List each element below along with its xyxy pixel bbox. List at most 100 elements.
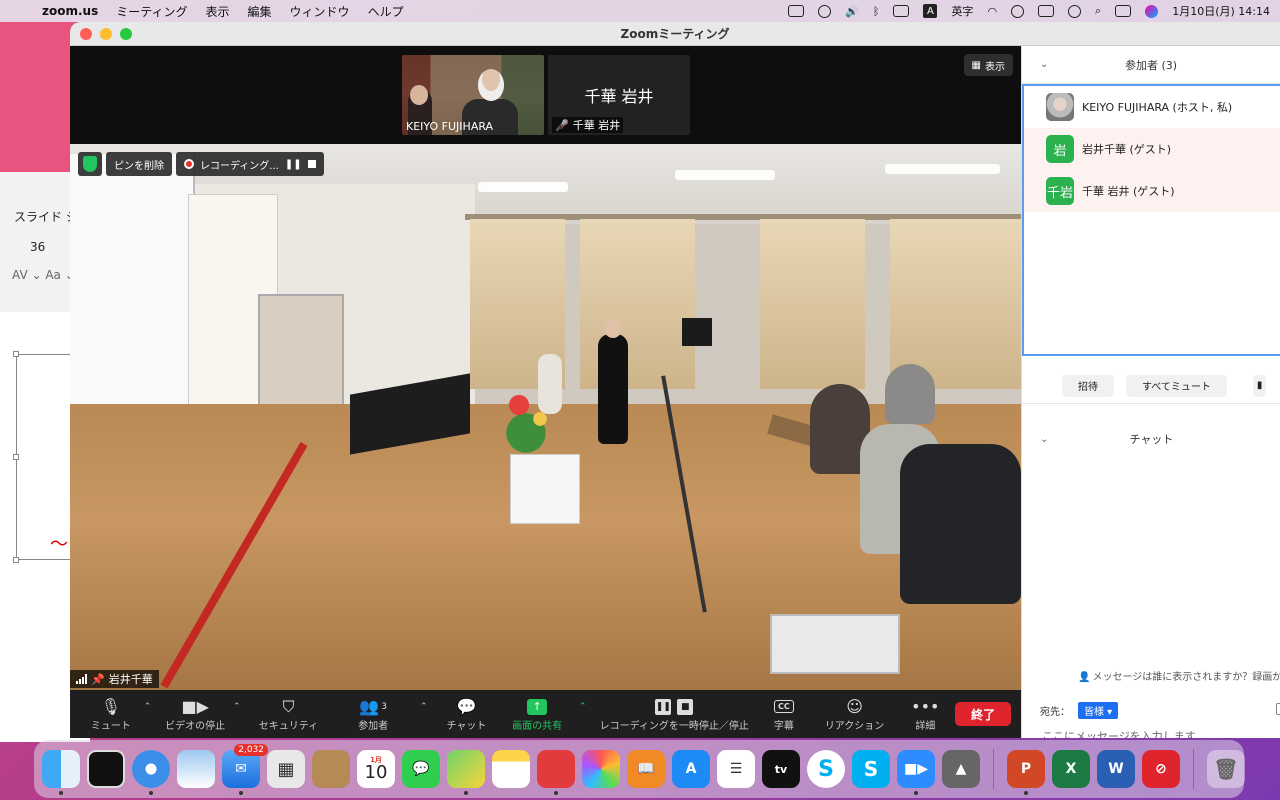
video-options-caret[interactable]: ⌃: [233, 702, 241, 712]
participants-options-caret[interactable]: ⌃: [420, 702, 428, 712]
end-meeting-button[interactable]: 終了: [955, 702, 1011, 726]
stop-recording-icon[interactable]: [307, 160, 316, 168]
bluetooth-icon[interactable]: ᛒ: [873, 5, 880, 18]
volume-icon[interactable]: 🔊: [845, 5, 859, 18]
input-mode-label[interactable]: 英字: [951, 3, 973, 19]
chevron-down-icon[interactable]: ⌄: [1040, 59, 1048, 70]
skype-icon[interactable]: S: [807, 750, 845, 788]
trash-icon[interactable]: 🗑: [1207, 750, 1245, 788]
recording-controls[interactable]: ❚❚ ■ レコーディングを一時停止／停止: [595, 692, 754, 736]
text-format-controls[interactable]: AV ⌄ Aa ⌄: [12, 268, 75, 282]
mute-all-button[interactable]: すべてミュート: [1126, 374, 1227, 397]
chat-message-input[interactable]: ここにメッセージを入力します...: [1042, 728, 1206, 738]
finder-icon[interactable]: [42, 750, 80, 795]
main-speaker-video[interactable]: 📌 岩井千華: [70, 144, 1021, 690]
microphone-icon: 🎙: [100, 697, 122, 716]
user-icon[interactable]: [1011, 4, 1025, 18]
zoom-status-icon[interactable]: [788, 5, 805, 17]
zoom-icon[interactable]: ■▶: [897, 750, 935, 795]
more-label: 詳細: [915, 720, 936, 732]
skype-business-icon[interactable]: S: [852, 750, 890, 788]
screen-record-icon[interactable]: [818, 4, 832, 18]
resize-handle[interactable]: [13, 454, 19, 460]
spotlight-icon[interactable]: ⌕: [1095, 4, 1101, 18]
utility-app-icon[interactable]: ▲: [942, 750, 980, 788]
menu-edit[interactable]: 編集: [248, 3, 272, 20]
siri-icon[interactable]: [1145, 4, 1159, 18]
font-size-field[interactable]: 36: [30, 240, 45, 254]
chevron-down-icon[interactable]: ⌄: [1040, 434, 1048, 445]
resize-handle[interactable]: [13, 351, 19, 357]
menu-meeting[interactable]: ミーティング: [116, 3, 187, 20]
encryption-badge[interactable]: [78, 152, 102, 176]
recording-indicator[interactable]: レコーディング... ❚❚: [176, 152, 324, 176]
participant-row[interactable]: 岩 岩井千華 (ゲスト): [1024, 128, 1280, 170]
participant-thumbnail[interactable]: KEIYO FUJIHARA: [402, 55, 544, 135]
battery-icon[interactable]: [893, 5, 910, 17]
chat-button[interactable]: 💬 チャット: [436, 692, 498, 736]
participants-label: 参加者: [358, 720, 389, 732]
view-button[interactable]: ▦ 表示: [963, 54, 1013, 76]
messages-icon[interactable]: 💬: [402, 750, 440, 788]
stop-icon[interactable]: ■: [677, 698, 694, 715]
more-button[interactable]: ••• 詳細: [895, 692, 955, 736]
app-name-menu[interactable]: zoom.us: [42, 4, 98, 18]
contacts-icon[interactable]: [312, 750, 350, 788]
reactions-button[interactable]: ☺ リアクション: [814, 692, 896, 736]
launchpad-icon[interactable]: ▦: [267, 750, 305, 788]
input-source-icon[interactable]: A: [923, 4, 938, 18]
participant-thumbnail[interactable]: 千華 岩井 🎤̸ 千華 岩井: [548, 55, 690, 135]
share-screen-button[interactable]: ↑ 画面の共有: [497, 692, 577, 736]
preview-icon[interactable]: [177, 750, 215, 788]
audio-options-caret[interactable]: ⌃: [144, 702, 152, 712]
chat-visibility-notice[interactable]: 👤 メッセージは誰に表示されますか？録画が: [1078, 668, 1280, 683]
apple-tv-icon[interactable]: tv: [762, 750, 800, 788]
reminders-icon[interactable]: ☰: [717, 750, 755, 788]
menu-view[interactable]: 表示: [206, 3, 230, 20]
participant-row[interactable]: 千岩 千華 岩井 (ゲスト): [1024, 170, 1280, 212]
more-options-button[interactable]: ▮: [1252, 374, 1267, 397]
captions-button[interactable]: CC 字幕: [754, 692, 814, 736]
apple-tv-label: tv: [774, 762, 788, 776]
pause-recording-icon[interactable]: ❚❚: [285, 159, 302, 170]
notes-icon[interactable]: [492, 750, 530, 788]
mute-button[interactable]: 🎙 ミュート: [80, 692, 142, 736]
menu-help[interactable]: ヘルプ: [368, 3, 404, 20]
maps-icon[interactable]: [447, 750, 485, 795]
participant-row[interactable]: KEIYO FUJIHARA (ホスト, 私): [1024, 86, 1280, 128]
photos-icon[interactable]: [582, 750, 620, 788]
photo-booth-icon[interactable]: [537, 750, 575, 795]
security-app-icon[interactable]: ⊘: [1142, 750, 1180, 788]
security-button[interactable]: ⛉ セキュリティ: [249, 692, 329, 736]
wifi-icon[interactable]: ◠: [987, 5, 997, 18]
word-icon[interactable]: W: [1097, 750, 1135, 788]
powerpoint-icon[interactable]: P: [1007, 750, 1045, 795]
books-icon[interactable]: 📖: [627, 750, 665, 788]
mission-control-icon[interactable]: [87, 750, 125, 788]
pause-icon[interactable]: ❚❚: [655, 698, 672, 715]
menubar-clock[interactable]: 1月10日(月) 14:14: [1172, 3, 1270, 19]
unpin-button[interactable]: ピンを削除: [106, 152, 172, 176]
memory-icon[interactable]: [1038, 5, 1055, 17]
share-options-caret[interactable]: ⌃: [579, 702, 587, 712]
participants-button[interactable]: 👥 3 参加者: [328, 692, 418, 736]
safari-icon[interactable]: [132, 750, 170, 795]
control-center-icon[interactable]: [1115, 5, 1132, 17]
time-machine-icon[interactable]: [1068, 4, 1082, 18]
app-store-icon[interactable]: A: [672, 750, 710, 788]
invite-button[interactable]: 招待: [1062, 374, 1114, 397]
excel-icon[interactable]: X: [1052, 750, 1090, 788]
chat-recipient-select[interactable]: 皆様 ▾: [1078, 702, 1119, 719]
mail-icon[interactable]: ✉ 2,032: [222, 744, 268, 795]
resize-handle[interactable]: [13, 557, 19, 563]
menu-window[interactable]: ウィンドウ: [290, 3, 350, 20]
slide-tab-label[interactable]: スライド シ: [14, 208, 78, 225]
calendar-icon[interactable]: 1月 10: [357, 750, 395, 788]
close-window-button[interactable]: [80, 28, 92, 40]
window-titlebar[interactable]: Zoomミーティング: [70, 22, 1280, 46]
stop-video-button[interactable]: ■▶ ビデオの停止: [159, 692, 231, 736]
calendar-day: 10: [364, 761, 388, 783]
maximize-window-button[interactable]: [120, 28, 132, 40]
minimize-window-button[interactable]: [100, 28, 112, 40]
chat-file-icon[interactable]: [1276, 703, 1280, 715]
